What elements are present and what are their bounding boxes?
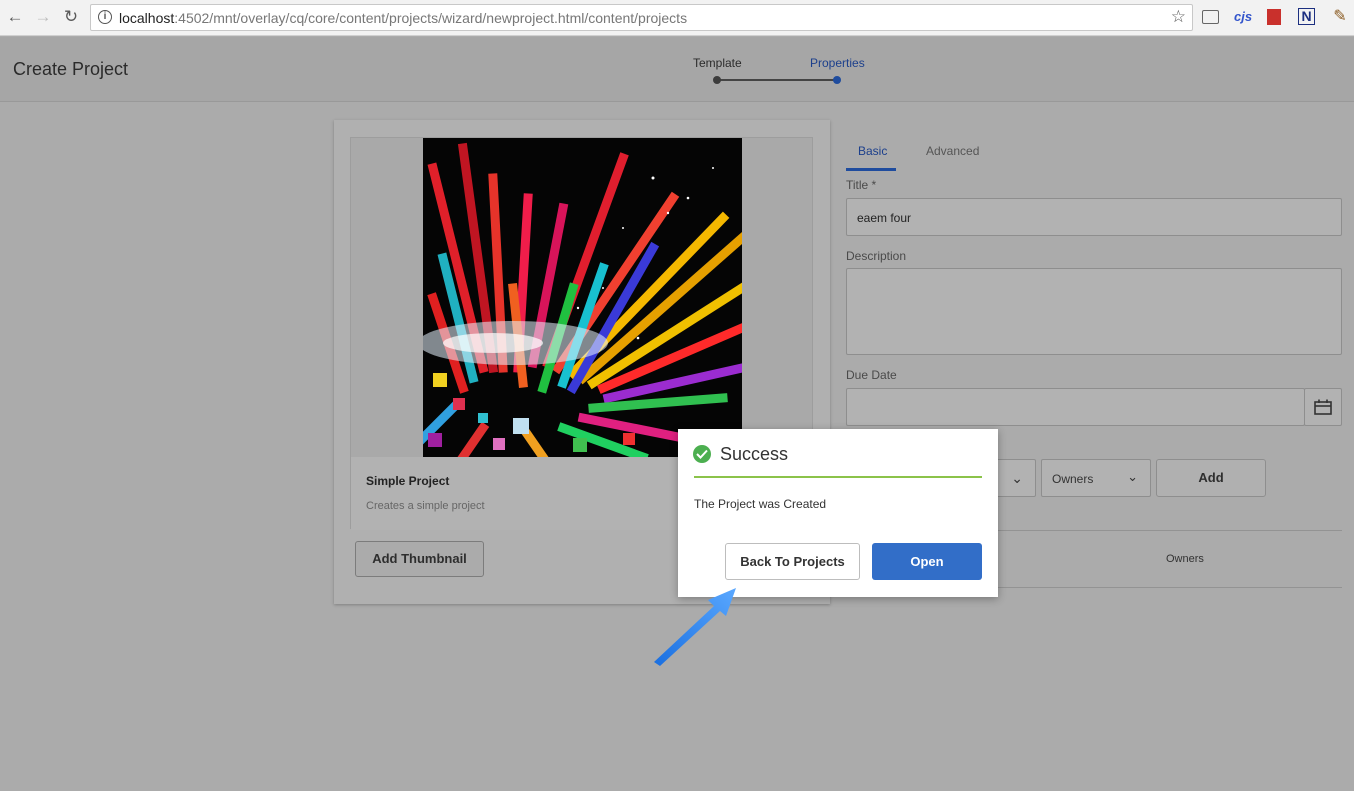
- calendar-icon: [1314, 399, 1332, 415]
- template-description: Creates a simple project: [366, 500, 485, 512]
- success-dialog: Success The Project was Created Back To …: [678, 429, 998, 597]
- cast-icon[interactable]: [1202, 10, 1219, 24]
- bookmark-star-icon[interactable]: ☆: [1171, 7, 1186, 27]
- user-select[interactable]: ⌄: [996, 459, 1036, 497]
- step-connector: [720, 79, 836, 81]
- chevron-down-icon: ⌄: [1127, 469, 1138, 484]
- url-path: :4502/mnt/overlay/cq/core/content/projec…: [174, 10, 688, 26]
- due-date-field[interactable]: [846, 388, 1305, 426]
- role-select-value: Owners: [1052, 472, 1094, 486]
- add-thumbnail-button[interactable]: Add Thumbnail: [355, 541, 484, 577]
- cjs-extension-icon[interactable]: cjs: [1234, 8, 1252, 26]
- template-title: Simple Project: [366, 474, 450, 488]
- info-icon[interactable]: i: [98, 10, 112, 24]
- template-thumbnail: [423, 138, 742, 457]
- pen-extension-icon[interactable]: ✎: [1331, 8, 1349, 26]
- title-label: Title *: [846, 178, 877, 192]
- description-field[interactable]: [846, 268, 1342, 355]
- reload-icon[interactable]: ↻: [61, 7, 81, 27]
- description-label: Description: [846, 249, 907, 263]
- forward-icon[interactable]: →: [33, 7, 53, 27]
- tab-advanced[interactable]: Advanced: [926, 144, 979, 158]
- step-properties-label[interactable]: Properties: [810, 56, 865, 70]
- address-bar[interactable]: i localhost:4502/mnt/overlay/cq/core/con…: [90, 4, 1193, 31]
- dialog-message: The Project was Created: [694, 497, 827, 511]
- step-template-dot[interactable]: [713, 76, 721, 84]
- active-tab-indicator: [846, 168, 896, 171]
- chevron-down-icon: ⌄: [1011, 470, 1023, 486]
- due-date-label: Due Date: [846, 368, 897, 382]
- page-title: Create Project: [13, 59, 129, 79]
- browser-toolbar: ← → ↻ i localhost:4502/mnt/overlay/cq/co…: [0, 0, 1354, 36]
- n-extension-icon[interactable]: N: [1298, 8, 1315, 25]
- step-template-label[interactable]: Template: [693, 56, 742, 70]
- role-select[interactable]: Owners ⌄: [1041, 459, 1151, 497]
- title-value: eaem four: [857, 211, 912, 225]
- back-icon[interactable]: ←: [5, 7, 25, 27]
- open-button[interactable]: Open: [872, 543, 982, 580]
- url-host: localhost: [119, 10, 175, 26]
- add-member-button[interactable]: Add: [1156, 459, 1266, 497]
- success-check-icon: [693, 445, 711, 463]
- tab-basic[interactable]: Basic: [858, 144, 887, 158]
- dialog-title: Success: [720, 444, 789, 464]
- url-text[interactable]: localhost:4502/mnt/overlay/cq/core/conte…: [119, 10, 687, 26]
- annotation-arrow-icon: [654, 588, 736, 666]
- title-field[interactable]: eaem four: [846, 198, 1342, 236]
- thumbnail-image: [423, 138, 742, 457]
- calendar-button[interactable]: [1304, 388, 1342, 426]
- book-extension-icon[interactable]: [1267, 9, 1281, 25]
- back-to-projects-button[interactable]: Back To Projects: [725, 543, 860, 580]
- dialog-divider: [694, 476, 982, 478]
- app-header: Create Project Template Properties: [0, 37, 1354, 102]
- step-properties-dot[interactable]: [833, 76, 841, 84]
- members-role-cell: Owners: [1166, 553, 1204, 565]
